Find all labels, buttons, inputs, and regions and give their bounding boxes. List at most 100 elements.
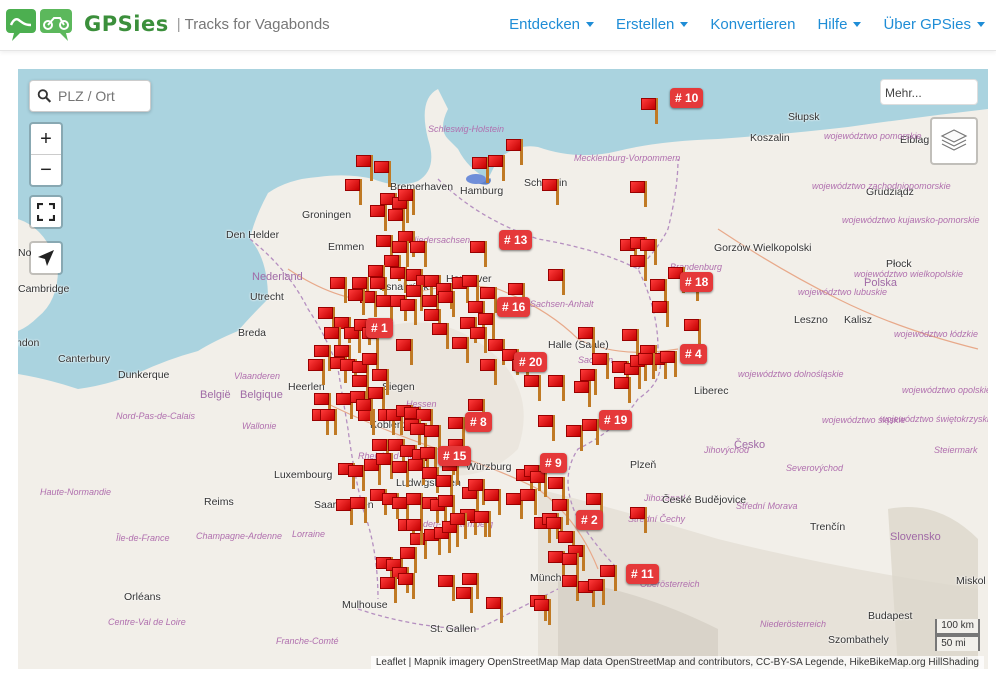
cluster-badge[interactable]: # 9 bbox=[540, 453, 567, 473]
track-flag-marker[interactable] bbox=[652, 301, 670, 327]
flag-icon bbox=[432, 323, 447, 335]
flag-icon bbox=[438, 291, 453, 303]
nav-konvertieren[interactable]: Konvertieren bbox=[699, 16, 806, 33]
track-flag-marker[interactable] bbox=[380, 577, 398, 603]
track-flag-marker[interactable] bbox=[370, 205, 388, 231]
track-flag-marker[interactable] bbox=[350, 497, 368, 523]
track-flag-marker[interactable] bbox=[330, 277, 348, 303]
track-flag-marker[interactable] bbox=[660, 351, 678, 377]
flag-icon bbox=[480, 359, 495, 371]
track-flag-marker[interactable] bbox=[486, 597, 504, 623]
track-flag-marker[interactable] bbox=[320, 409, 338, 435]
track-flag-marker[interactable] bbox=[396, 339, 414, 365]
nav-ueber-gpsies[interactable]: Über GPSies bbox=[872, 16, 996, 33]
track-flag-marker[interactable] bbox=[356, 155, 374, 181]
track-flag-marker[interactable] bbox=[684, 319, 702, 345]
nav-label: Erstellen bbox=[616, 15, 675, 33]
cluster-badge[interactable]: # 10 bbox=[670, 88, 704, 108]
flag-icon bbox=[548, 551, 563, 563]
track-flag-marker[interactable] bbox=[574, 381, 592, 407]
track-flag-marker[interactable] bbox=[432, 323, 450, 349]
flag-icon bbox=[448, 417, 463, 429]
track-flag-marker[interactable] bbox=[348, 289, 366, 315]
track-flag-marker[interactable] bbox=[480, 359, 498, 385]
flag-icon bbox=[370, 205, 385, 217]
track-flag-marker[interactable] bbox=[308, 359, 326, 385]
flag-icon bbox=[406, 519, 421, 531]
layers-control[interactable] bbox=[930, 117, 978, 165]
flag-icon bbox=[468, 479, 483, 491]
track-flag-marker[interactable] bbox=[470, 327, 488, 353]
track-flag-marker[interactable] bbox=[542, 179, 560, 205]
track-flag-marker[interactable] bbox=[534, 599, 552, 625]
flag-icon bbox=[641, 98, 656, 110]
track-flag-marker[interactable] bbox=[520, 489, 538, 515]
more-layers-select[interactable]: Mehr... bbox=[880, 79, 978, 105]
flag-icon bbox=[614, 377, 629, 389]
cluster-badge[interactable]: # 11 bbox=[626, 564, 659, 584]
fullscreen-button[interactable] bbox=[31, 197, 61, 227]
track-flag-marker[interactable] bbox=[630, 181, 648, 207]
nav-hilfe[interactable]: Hilfe bbox=[806, 16, 872, 33]
flag-icon bbox=[336, 393, 351, 405]
cluster-badge[interactable]: # 16 bbox=[497, 297, 531, 317]
track-flag-marker[interactable] bbox=[410, 241, 428, 267]
track-flag-marker[interactable] bbox=[452, 337, 470, 363]
track-flag-marker[interactable] bbox=[578, 327, 596, 353]
nav-label: Entdecken bbox=[509, 15, 581, 33]
track-flag-marker[interactable] bbox=[356, 399, 374, 425]
track-flag-marker[interactable] bbox=[638, 353, 656, 379]
locate-me-button[interactable] bbox=[31, 243, 61, 273]
cluster-badge[interactable]: # 18 bbox=[680, 272, 714, 292]
track-flag-marker[interactable] bbox=[600, 565, 618, 591]
track-flag-marker[interactable] bbox=[470, 241, 488, 267]
track-flag-marker[interactable] bbox=[474, 511, 492, 537]
nav-entdecken[interactable]: Entdecken bbox=[498, 16, 605, 33]
track-flag-marker[interactable] bbox=[524, 375, 542, 401]
track-flag-marker[interactable] bbox=[538, 415, 556, 441]
track-flag-marker[interactable] bbox=[582, 419, 600, 445]
track-flag-marker[interactable] bbox=[438, 575, 456, 601]
track-flag-marker[interactable] bbox=[398, 573, 416, 599]
track-flag-marker[interactable] bbox=[374, 161, 392, 187]
flag-icon bbox=[582, 419, 597, 431]
flag-icon bbox=[320, 409, 335, 421]
track-flag-marker[interactable] bbox=[614, 377, 632, 403]
track-flag-marker[interactable] bbox=[622, 329, 640, 355]
zoom-out-button[interactable]: − bbox=[31, 155, 61, 185]
track-flag-marker[interactable] bbox=[450, 513, 468, 539]
track-flag-marker[interactable] bbox=[406, 519, 424, 545]
flag-icon bbox=[392, 461, 407, 473]
track-flag-marker[interactable] bbox=[630, 255, 648, 281]
cluster-badge[interactable]: # 15 bbox=[438, 446, 472, 466]
flag-icon bbox=[350, 497, 365, 509]
cluster-badge[interactable]: # 13 bbox=[499, 230, 533, 250]
flag-icon bbox=[622, 329, 637, 341]
zoom-in-button[interactable]: + bbox=[31, 124, 61, 155]
flag-icon bbox=[566, 425, 581, 437]
track-flag-marker[interactable] bbox=[641, 98, 659, 124]
cluster-badge[interactable]: # 4 bbox=[680, 344, 707, 364]
flag-icon bbox=[374, 161, 389, 173]
search-input[interactable] bbox=[56, 87, 150, 105]
brand-link[interactable]: GPSies | Tracks for Vagabonds bbox=[4, 4, 330, 44]
track-flag-marker[interactable] bbox=[462, 275, 480, 301]
cluster-badge[interactable]: # 8 bbox=[465, 412, 492, 432]
nav-erstellen[interactable]: Erstellen bbox=[605, 16, 699, 33]
map-view[interactable]: NorwichCambridgendonCanterburyDunkerqueD… bbox=[18, 69, 988, 669]
track-flag-marker[interactable] bbox=[488, 155, 506, 181]
track-flag-marker[interactable] bbox=[548, 269, 566, 295]
track-flag-marker[interactable] bbox=[548, 375, 566, 401]
layers-button[interactable] bbox=[932, 119, 976, 163]
track-flag-marker[interactable] bbox=[592, 353, 610, 379]
flag-icon bbox=[488, 155, 503, 167]
cluster-badge[interactable]: # 1 bbox=[366, 318, 393, 338]
track-flag-marker[interactable] bbox=[630, 507, 648, 533]
track-flag-marker[interactable] bbox=[456, 587, 474, 613]
track-flag-marker[interactable] bbox=[506, 139, 524, 165]
track-flag-marker[interactable] bbox=[345, 179, 363, 205]
cluster-badge[interactable]: # 20 bbox=[514, 352, 548, 372]
flag-icon bbox=[410, 423, 425, 435]
cluster-badge[interactable]: # 2 bbox=[576, 510, 603, 530]
cluster-badge[interactable]: # 19 bbox=[599, 410, 633, 430]
